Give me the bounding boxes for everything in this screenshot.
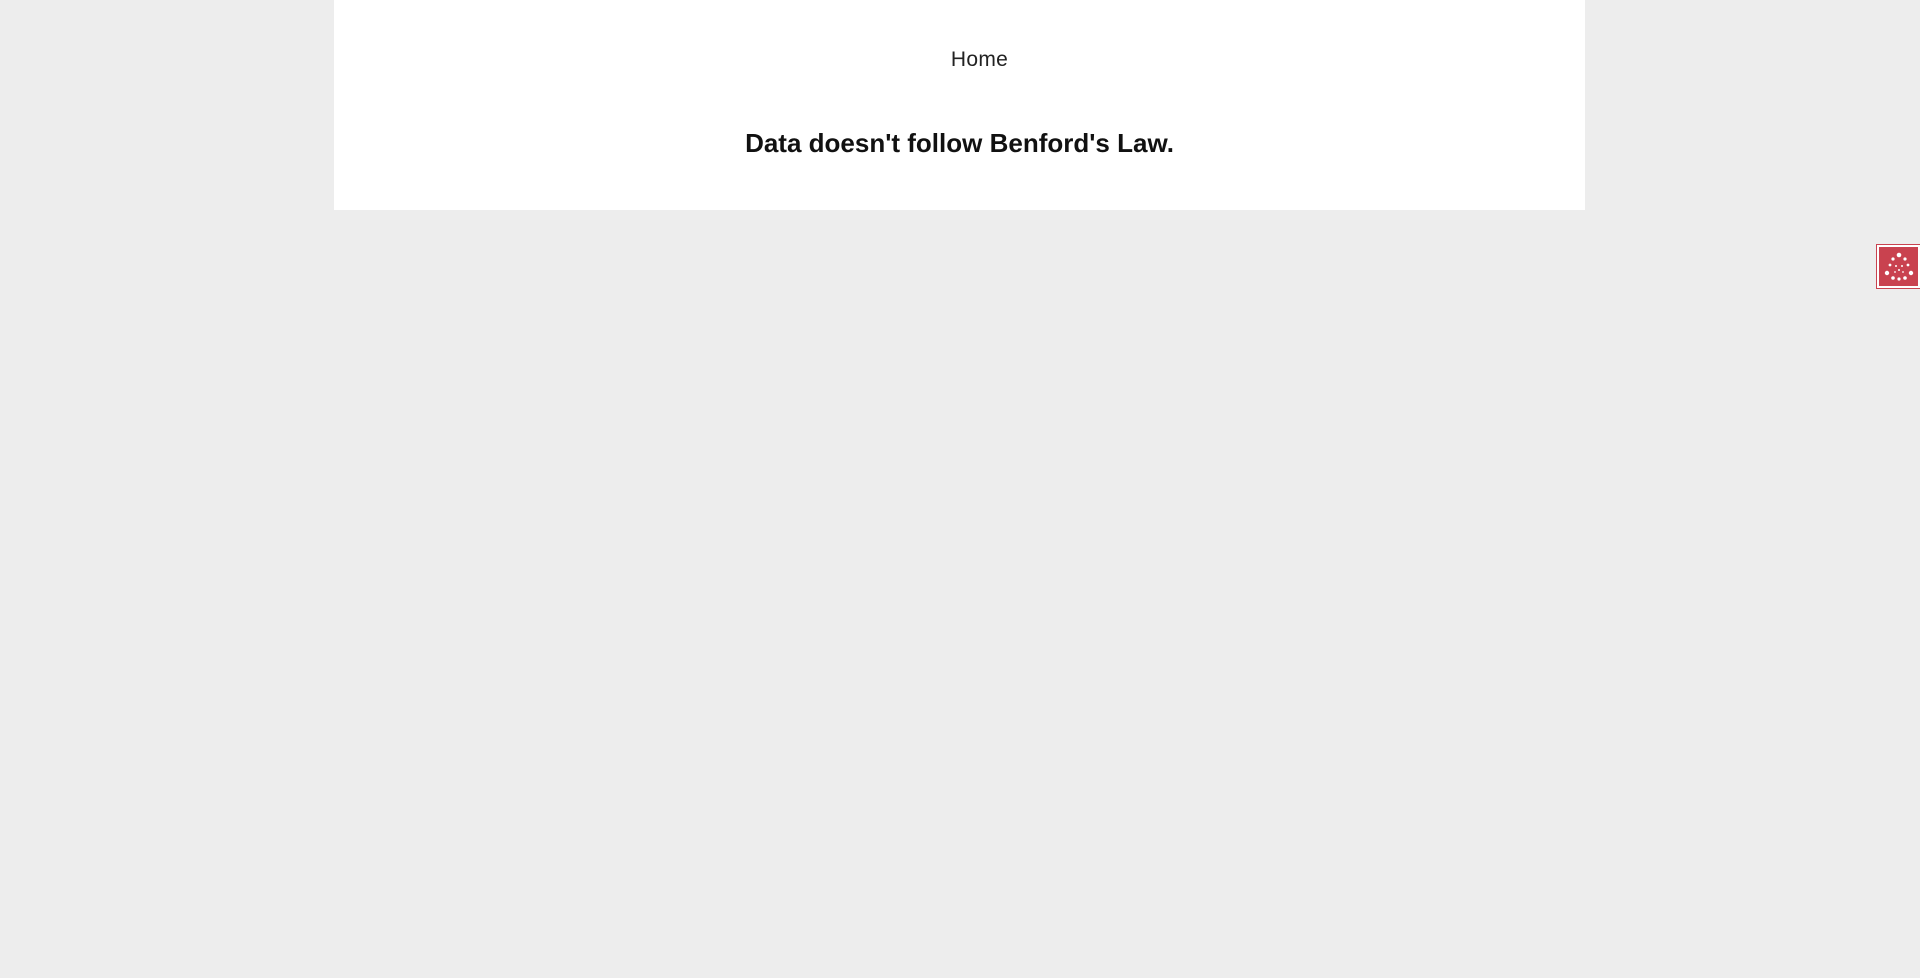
accessibility-icon	[1883, 251, 1915, 283]
nav-home-link[interactable]: Home	[935, 48, 1025, 72]
page-card: Home Data doesn't follow Benford's Law.	[334, 0, 1585, 210]
accessibility-widget-button[interactable]	[1876, 244, 1920, 289]
result-heading: Data doesn't follow Benford's Law.	[745, 128, 1174, 158]
